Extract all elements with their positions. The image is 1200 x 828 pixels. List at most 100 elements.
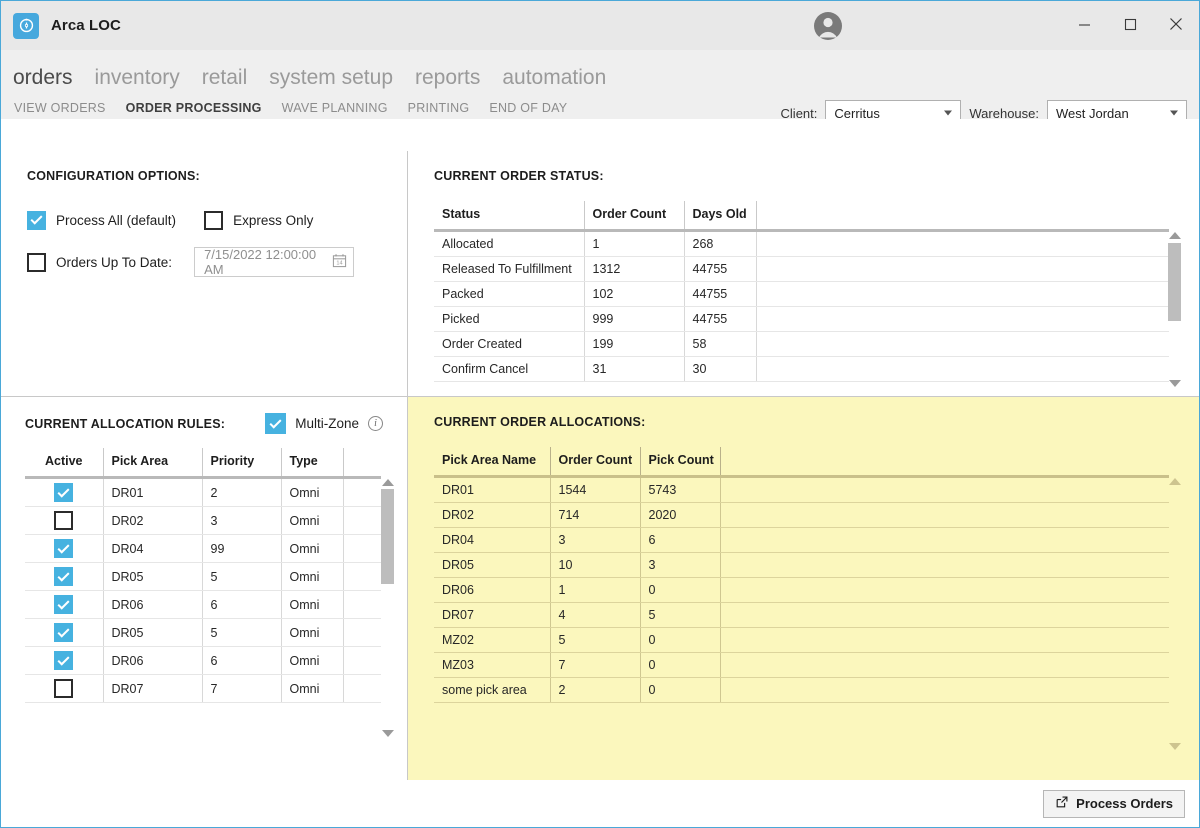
cell-active[interactable]	[25, 479, 104, 507]
row-active-checkbox[interactable]	[54, 483, 74, 502]
scroll-down-icon[interactable]	[1168, 743, 1181, 750]
tab-view-orders[interactable]: VIEW ORDERS	[14, 101, 106, 115]
cell-active[interactable]	[25, 674, 104, 703]
col-pick-area-name[interactable]: Pick Area Name	[434, 447, 551, 475]
orders-up-to-date-input[interactable]: 7/15/2022 12:00:00 AM 14	[194, 247, 355, 277]
cell-active[interactable]	[25, 646, 104, 675]
date-value: 7/15/2022 12:00:00 AM	[204, 247, 317, 277]
scroll-thumb[interactable]	[1168, 243, 1181, 321]
order-allocations-title: CURRENT ORDER ALLOCATIONS:	[434, 415, 646, 429]
table-row[interactable]: Picked 999 44755	[434, 306, 1169, 332]
table-row[interactable]: Confirm Cancel 31 30	[434, 356, 1169, 382]
table-row[interactable]: DR01 2 Omni	[25, 479, 381, 507]
minimize-button[interactable]	[1061, 1, 1107, 47]
cell-filler	[720, 677, 1169, 703]
col-pick-count[interactable]: Pick Count	[640, 447, 721, 475]
col-days-old[interactable]: Days Old	[684, 201, 757, 229]
table-row[interactable]: Order Created 199 58	[434, 331, 1169, 357]
table-row[interactable]: DR02 3 Omni	[25, 506, 381, 535]
table-row[interactable]: DR06 6 Omni	[25, 646, 381, 675]
scroll-up-icon[interactable]	[1168, 232, 1181, 239]
express-only-label: Express Only	[233, 212, 314, 228]
row-active-checkbox[interactable]	[54, 511, 74, 530]
table-row[interactable]: DR04 3 6	[434, 527, 1169, 553]
table-row[interactable]: DR04 99 Omni	[25, 534, 381, 563]
scroll-up-icon[interactable]	[1168, 478, 1181, 485]
table-row[interactable]: some pick area 2 0	[434, 677, 1169, 703]
col-status[interactable]: Status	[434, 201, 585, 229]
nav-automation[interactable]: automation	[500, 67, 608, 90]
table-row[interactable]: DR05 5 Omni	[25, 562, 381, 591]
col-order-count[interactable]: Order Count	[584, 201, 685, 229]
table-row[interactable]: DR07 4 5	[434, 602, 1169, 628]
order-allocations-scrollbar[interactable]	[1167, 478, 1182, 750]
table-row[interactable]: MZ02 5 0	[434, 627, 1169, 653]
scroll-down-icon[interactable]	[381, 730, 394, 737]
tab-order-processing[interactable]: ORDER PROCESSING	[126, 101, 262, 115]
scroll-thumb[interactable]	[381, 489, 394, 584]
main-content: CONFIGURATION OPTIONS: Process All (defa…	[1, 119, 1199, 827]
table-row[interactable]: DR01 1544 5743	[434, 478, 1169, 503]
col-priority[interactable]: Priority	[202, 448, 282, 476]
col-order-count[interactable]: Order Count	[550, 447, 641, 475]
cell-active[interactable]	[25, 562, 104, 591]
process-all-checkbox[interactable]	[27, 210, 46, 230]
cell-priority: 5	[202, 562, 282, 591]
nav-retail[interactable]: retail	[200, 67, 250, 90]
calendar-icon[interactable]: 14	[332, 253, 347, 271]
tab-printing[interactable]: PRINTING	[408, 101, 470, 115]
express-only-checkbox[interactable]	[204, 210, 224, 230]
row-active-checkbox[interactable]	[54, 679, 74, 698]
table-row[interactable]: DR07 7 Omni	[25, 674, 381, 703]
cell-active[interactable]	[25, 506, 104, 535]
nav-reports[interactable]: reports	[413, 67, 482, 90]
table-row[interactable]: MZ03 7 0	[434, 652, 1169, 678]
tab-wave-planning[interactable]: WAVE PLANNING	[282, 101, 388, 115]
cell-active[interactable]	[25, 590, 104, 619]
cell-filler	[343, 562, 381, 591]
row-active-checkbox[interactable]	[54, 595, 74, 614]
nav-inventory[interactable]: inventory	[93, 67, 182, 90]
table-row[interactable]: Released To Fulfillment 1312 44755	[434, 256, 1169, 282]
cell-active[interactable]	[25, 618, 104, 647]
table-row[interactable]: DR02 714 2020	[434, 502, 1169, 528]
scroll-down-icon[interactable]	[1168, 380, 1181, 387]
table-row[interactable]: DR06 1 0	[434, 577, 1169, 603]
orders-up-to-date-checkbox[interactable]	[27, 252, 46, 272]
table-row[interactable]: Allocated 1 268	[434, 232, 1169, 257]
scroll-track[interactable]	[1168, 485, 1181, 743]
order-status-scrollbar[interactable]	[1167, 232, 1182, 387]
row-active-checkbox[interactable]	[54, 651, 74, 670]
row-active-checkbox[interactable]	[54, 567, 74, 586]
table-row[interactable]: DR05 10 3	[434, 552, 1169, 578]
allocation-rules-scrollbar[interactable]	[380, 479, 395, 737]
table-header-row: Status Order Count Days Old	[434, 201, 1169, 229]
cell-pick-area: DR07	[103, 674, 203, 703]
table-row[interactable]: Packed 102 44755	[434, 281, 1169, 307]
cell-filler	[343, 618, 381, 647]
col-active[interactable]: Active	[25, 448, 104, 476]
row-active-checkbox[interactable]	[54, 539, 74, 558]
nav-orders[interactable]: orders	[11, 67, 75, 90]
process-orders-button[interactable]: Process Orders	[1043, 789, 1185, 818]
table-row[interactable]: DR06 6 Omni	[25, 590, 381, 619]
cell-priority: 6	[202, 590, 282, 619]
tab-end-of-day[interactable]: END OF DAY	[489, 101, 567, 115]
scroll-track[interactable]	[381, 486, 394, 730]
maximize-button[interactable]	[1107, 1, 1153, 47]
col-type[interactable]: Type	[281, 448, 344, 476]
nav-system-setup[interactable]: system setup	[267, 67, 395, 90]
col-pick-area[interactable]: Pick Area	[103, 448, 203, 476]
multi-zone-checkbox[interactable]	[265, 413, 287, 434]
scroll-track[interactable]	[1168, 239, 1181, 380]
cell-priority: 99	[202, 534, 282, 563]
info-icon[interactable]: i	[368, 416, 383, 431]
cell-active[interactable]	[25, 534, 104, 563]
table-row[interactable]: DR05 5 Omni	[25, 618, 381, 647]
cell-filler	[720, 652, 1169, 678]
row-active-checkbox[interactable]	[54, 623, 74, 642]
close-button[interactable]	[1153, 1, 1199, 47]
cell-pick-count: 2020	[640, 502, 721, 528]
scroll-up-icon[interactable]	[381, 479, 394, 486]
user-account-icon[interactable]	[813, 11, 843, 41]
